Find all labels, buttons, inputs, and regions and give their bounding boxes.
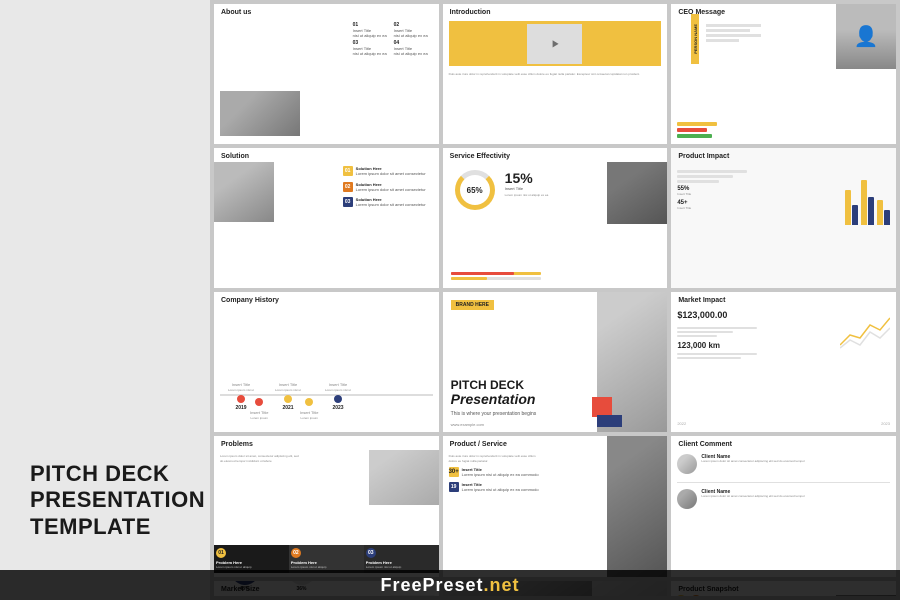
slide-history-label: Company History [214,292,439,307]
service-stat: 15% Insert Title Lorem ipsum nisi ut ali… [505,170,549,197]
client-avatar-2 [677,489,697,509]
slide-service-effectivity[interactable]: Service Effectivity 65% 15% Insert Title… [443,148,668,288]
service-bars [451,272,541,282]
market-impact-chart [840,310,890,350]
slide-about-us[interactable]: About us 01Insert Titlenisi ut aliquip e… [214,4,439,144]
slide-intro-label: Introduction [443,4,668,19]
slide-problems[interactable]: Problems Lorem ipsum dolor sit amet, con… [214,436,439,576]
slide-market-impact[interactable]: Market Impact $123,000.00 123,000 km 202… [671,292,896,432]
pitch-url: www.example.com [451,422,484,427]
product-impact-bars [845,170,890,225]
slide-about-us-label: About us [214,4,439,19]
problems-image [369,450,439,505]
problems-text: Lorem ipsum dolor sit amet, consectetur … [220,454,300,462]
market-impact-axis: 2022 2023 [677,421,890,426]
pitch-brand-tag: BRAND HERE [451,300,494,310]
solution-image [214,162,274,222]
intro-video-box [449,21,662,66]
slide-client-comment[interactable]: Client Comment Client Name Lorem ipsum d… [671,436,896,576]
slide-market-impact-label: Market Impact [671,292,896,307]
ceo-photo: 👤 [836,4,896,69]
market-impact-text: 123,000 km [677,327,757,361]
slides-grid: About us 01Insert Titlenisi ut aliquip e… [210,0,900,600]
ceo-image: 👤 [836,4,896,69]
slide-product-impact[interactable]: Product Impact 55% Insert Title 45+ Inse… [671,148,896,288]
pitch-blue-block [597,415,622,427]
market-impact-big-num: $123,000.00 [677,310,727,320]
slide-solution[interactable]: Solution 01Solution HereLorem ipsum dolo… [214,148,439,288]
sidebar-title: PITCH DECK PRESENTATION TEMPLATE [30,461,210,540]
intro-thumbnail [527,24,582,64]
product-service-image [607,436,667,576]
slide-client-label: Client Comment [671,436,896,451]
about-us-image [220,91,300,136]
history-timeline: Insert TitleLorem ipsum nisi ut 2019 Ins… [220,374,433,424]
service-circle-chart: 65% [455,170,495,210]
ceo-name-bar: PERSON NAME [691,14,699,64]
problems-boxes: 01 Problem Here Lorem ipsum nisi ut aliq… [214,545,439,573]
sidebar: PITCH DECK PRESENTATION TEMPLATE [0,0,210,600]
slide-product-impact-label: Product Impact [671,148,896,163]
play-icon [549,38,561,50]
client-comment-items: Client Name Lorem ipsum dolor sit amet c… [677,454,890,517]
intro-text: Duis aute irure dolor in reprehenderit i… [443,68,668,80]
client-avatar-1 [677,454,697,474]
ceo-text-lines [706,24,761,44]
slide-product-service[interactable]: Product / Service Duis aute irure dolor … [443,436,668,576]
slide-pitch-main[interactable]: BRAND HERE PITCH DECK Presentation This … [443,292,668,432]
slide-company-history[interactable]: Company History Insert TitleLorem ipsum … [214,292,439,432]
pitch-red-block [592,397,612,417]
pitch-subtitle: This is where your presentation begins [451,411,537,417]
solution-items: 01Solution HereLorem ipsum dolor sit ame… [343,166,433,212]
ceo-bars [677,122,717,138]
watermark: FreePreset.net [0,570,900,600]
pitch-deck-title: PITCH DECK Presentation [451,379,536,408]
slide-introduction[interactable]: Introduction Duis aute irure dolor in re… [443,4,668,144]
product-impact-text: 55% Insert Title 45+ Insert Title [677,170,747,210]
slide-ceo-message[interactable]: CEO Message 👤 PERSON NAME [671,4,896,144]
product-service-items: Duis aute irure dolor in reprehenderit i… [449,454,539,497]
about-us-grid: 01Insert Titlenisi ut aliquip ex ea 02In… [353,22,433,56]
service-image [607,162,667,224]
